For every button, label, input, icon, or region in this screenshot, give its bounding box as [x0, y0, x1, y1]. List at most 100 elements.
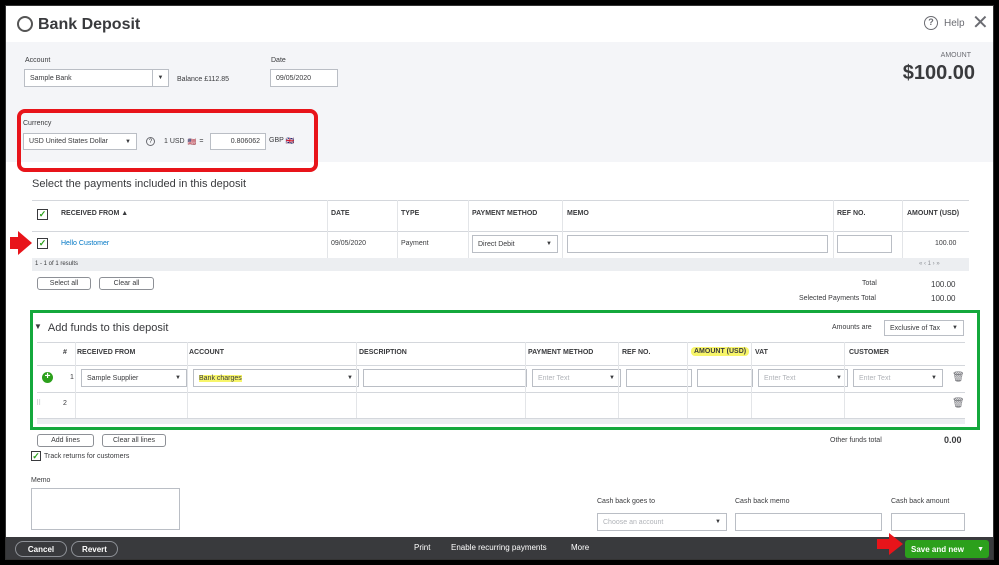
- funds-section-header[interactable]: ▼ Add funds to this deposit: [34, 322, 168, 334]
- cashback-account-placeholder: Choose an account: [603, 518, 664, 526]
- funds-account-select[interactable]: Bank charges ▼: [193, 369, 359, 387]
- funds-row-divider: [37, 392, 965, 393]
- account-select[interactable]: Sample Bank ▼: [24, 69, 169, 87]
- chevron-down-icon: ▼: [152, 70, 168, 86]
- col-date[interactable]: DATE: [331, 210, 350, 217]
- funds-row2-num: 2: [63, 400, 67, 407]
- track-returns-label: Track returns for customers: [44, 452, 130, 460]
- funds-col-num: #: [63, 349, 67, 356]
- track-returns-checkbox[interactable]: ✓: [31, 451, 41, 461]
- select-all-button[interactable]: Select all: [37, 277, 91, 290]
- chevron-down-icon: ▼: [175, 375, 181, 381]
- memo-textarea[interactable]: [31, 488, 180, 530]
- cashback-amount-field[interactable]: [891, 513, 965, 531]
- funds-col-amount: AMOUNT (USD): [691, 347, 750, 356]
- pager[interactable]: « ‹ 1 › »: [919, 261, 940, 267]
- col-amount[interactable]: AMOUNT (USD): [907, 210, 959, 217]
- payment-type: Payment: [401, 240, 429, 247]
- funds-table-top: [37, 342, 965, 343]
- funds-customer-select[interactable]: Enter Text ▼: [853, 369, 943, 387]
- select-all-checkbox[interactable]: ✓: [37, 209, 48, 220]
- account-label: Account: [25, 57, 51, 64]
- more-link[interactable]: More: [571, 543, 589, 552]
- clear-all-button[interactable]: Clear all: [99, 277, 154, 290]
- other-funds-value: 0.00: [944, 435, 962, 445]
- print-link[interactable]: Print: [414, 543, 430, 552]
- col-divider: [844, 342, 845, 418]
- account-value: Sample Bank: [30, 74, 72, 82]
- horizontal-scrollbar[interactable]: [37, 418, 965, 424]
- col-divider: [833, 200, 834, 264]
- funds-col-ref-no: REF NO.: [622, 349, 651, 356]
- funds-ref-field[interactable]: [626, 369, 692, 387]
- col-divider: [525, 342, 526, 418]
- funds-received-from-select[interactable]: Sample Supplier ▼: [81, 369, 187, 387]
- revert-button[interactable]: Revert: [71, 541, 118, 557]
- col-type[interactable]: TYPE: [401, 210, 419, 217]
- cashback-account-select[interactable]: Choose an account ▼: [597, 513, 727, 531]
- chevron-down-icon: ▼: [546, 241, 552, 247]
- funds-title: Add funds to this deposit: [47, 322, 169, 334]
- help-button[interactable]: ? Help: [924, 16, 965, 30]
- col-divider: [356, 342, 357, 418]
- add-lines-button[interactable]: Add lines: [37, 434, 94, 447]
- payment-date: 09/05/2020: [331, 240, 367, 247]
- date-label: Date: [271, 57, 286, 64]
- funds-col-account: ACCOUNT: [189, 349, 224, 356]
- funds-vat-select[interactable]: Enter Text ▼: [758, 369, 848, 387]
- funds-description-field[interactable]: [363, 369, 527, 387]
- total-label: Total: [862, 280, 877, 287]
- cashback-memo-field[interactable]: [735, 513, 882, 531]
- payment-ref-field[interactable]: [837, 235, 892, 253]
- track-returns-option[interactable]: ✓ Track returns for customers: [31, 451, 129, 461]
- payments-title: Select the payments included in this dep…: [32, 178, 247, 190]
- col-divider: [75, 342, 76, 418]
- payment-received-from[interactable]: Hello Customer: [61, 240, 109, 247]
- recent-transactions-icon[interactable]: [17, 16, 33, 32]
- col-received-from[interactable]: RECEIVED FROM ▲: [61, 210, 128, 217]
- payment-memo-field[interactable]: [567, 235, 828, 253]
- red-highlight-box: [17, 109, 318, 172]
- funds-col-customer: CUSTOMER: [849, 349, 889, 356]
- close-icon[interactable]: ✕: [972, 10, 989, 35]
- col-divider: [187, 342, 188, 418]
- table-top-border: [32, 200, 969, 201]
- col-divider: [618, 342, 619, 418]
- page-title: Bank Deposit: [38, 16, 141, 33]
- save-and-new-button[interactable]: Save and new ▼: [905, 540, 989, 558]
- cancel-button[interactable]: Cancel: [15, 541, 67, 557]
- clear-all-lines-button[interactable]: Clear all lines: [102, 434, 166, 447]
- funds-customer-placeholder: Enter Text: [859, 374, 891, 382]
- chevron-down-icon[interactable]: ▼: [977, 546, 989, 553]
- amount-label: AMOUNT: [940, 52, 971, 59]
- payment-method-select[interactable]: Direct Debit ▼: [472, 235, 558, 253]
- add-line-icon[interactable]: +: [42, 372, 53, 383]
- col-payment-method[interactable]: PAYMENT METHOD: [472, 210, 537, 217]
- funds-vat-placeholder: Enter Text: [764, 374, 796, 382]
- amount-value: $100.00: [902, 62, 975, 84]
- col-divider: [468, 200, 469, 264]
- funds-row1-num: 1: [70, 374, 74, 381]
- col-divider: [902, 200, 903, 264]
- funds-amount-field[interactable]: [697, 369, 753, 387]
- col-divider: [397, 200, 398, 264]
- help-label: Help: [944, 17, 965, 29]
- amounts-are-select[interactable]: Exclusive of Tax ▼: [884, 320, 964, 336]
- funds-payment-method-select[interactable]: Enter Text ▼: [532, 369, 621, 387]
- funds-account-value: Bank charges: [199, 374, 242, 382]
- bank-deposit-window: Bank Deposit ? Help ✕ Account Sample Ban…: [5, 5, 994, 560]
- funds-col-received-from: RECEIVED FROM: [77, 349, 136, 356]
- date-value: 09/05/2020: [276, 74, 312, 82]
- recurring-link[interactable]: Enable recurring payments: [451, 543, 547, 552]
- date-field[interactable]: 09/05/2020: [270, 69, 338, 87]
- col-memo[interactable]: MEMO: [567, 210, 589, 217]
- payment-row-checkbox[interactable]: ✓: [37, 238, 48, 249]
- red-arrow-indicator-tail: [877, 539, 890, 549]
- drag-handle-icon[interactable]: ⠿: [36, 399, 41, 407]
- funds-col-vat: VAT: [755, 349, 768, 356]
- funds-header-divider: [37, 365, 965, 366]
- col-ref-no[interactable]: REF NO.: [837, 210, 865, 217]
- trash-icon[interactable]: 🗑: [952, 372, 965, 383]
- results-count: 1 - 1 of 1 results: [35, 261, 79, 267]
- trash-icon[interactable]: 🗑: [952, 398, 965, 409]
